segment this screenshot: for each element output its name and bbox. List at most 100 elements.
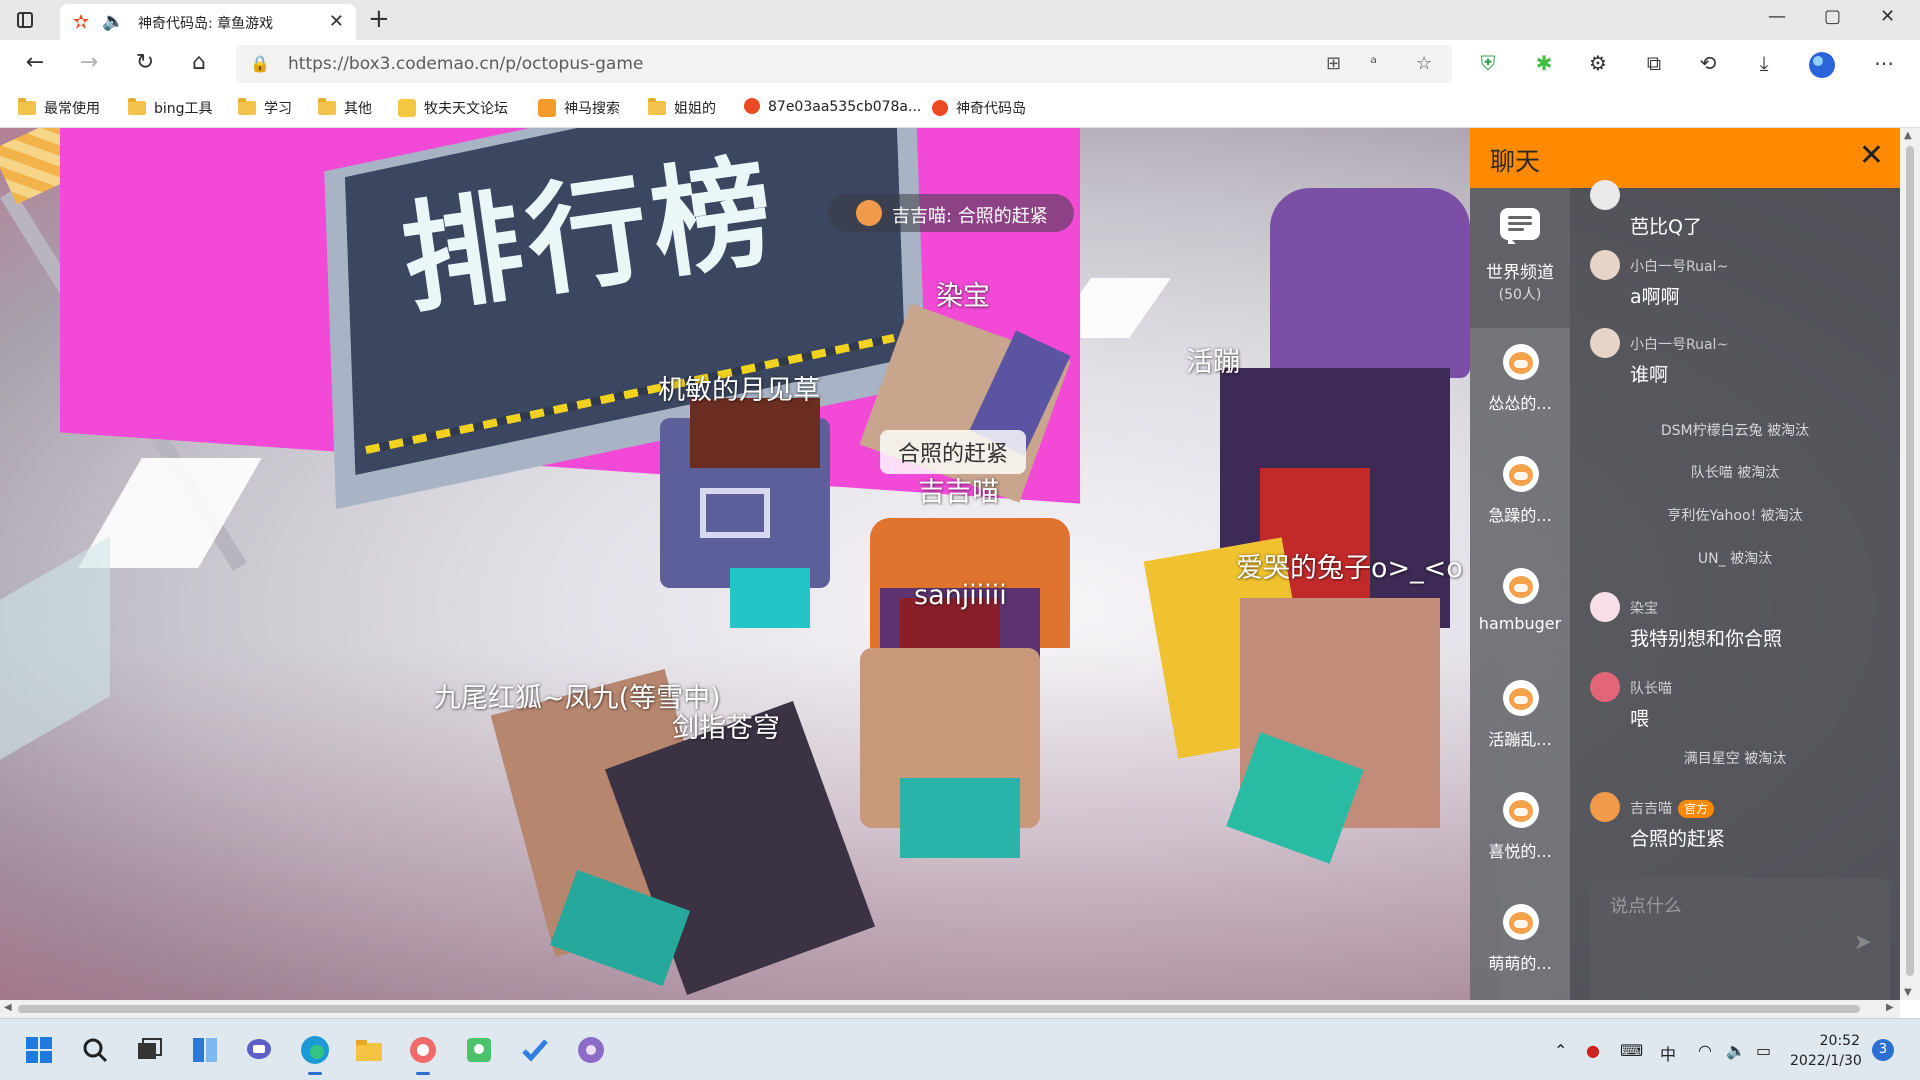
ime-indicator[interactable]: 中	[1660, 1041, 1676, 1065]
send-icon[interactable]: ➤	[1854, 930, 1872, 955]
bookmark-folder[interactable]: 姐姐的	[648, 98, 716, 118]
member-item[interactable]: 急躁的...	[1470, 450, 1570, 550]
chat-title: 聊天	[1490, 147, 1541, 176]
forward-button[interactable]: →	[74, 50, 104, 75]
close-window-button[interactable]: ✕	[1880, 6, 1895, 27]
chat-panel: 聊天 ✕ 世界频道 (50人) 怂怂的... 急躁的... hambuger 活…	[1470, 128, 1900, 1000]
member-item[interactable]: 萌萌的...	[1470, 898, 1570, 998]
message-text: 我特别想和你合照	[1630, 628, 1783, 650]
start-icon[interactable]	[20, 1031, 58, 1069]
member-item[interactable]: 活蹦乱...	[1470, 674, 1570, 774]
speaker-icon[interactable]: 🔈	[102, 11, 124, 32]
keyboard-icon[interactable]: ⌨	[1620, 1041, 1643, 1060]
navigation-bar: ← → ↻ ⌂ 🔒 https://box3.codemao.cn/p/octo…	[0, 40, 1920, 88]
member-item[interactable]: 喜悦的...	[1470, 786, 1570, 886]
bookmark-label: 神奇代码岛	[956, 101, 1026, 117]
task-view-icon[interactable]	[130, 1031, 168, 1069]
address-bar[interactable]: 🔒 https://box3.codemao.cn/p/octopus-game…	[236, 45, 1452, 83]
read-aloud-icon[interactable]: ᵃ	[1370, 53, 1377, 74]
app-available-icon[interactable]: ⊞	[1326, 53, 1341, 74]
site-icon	[398, 99, 416, 117]
vertical-scrollbar[interactable]: ▲ ▼	[1900, 128, 1920, 1000]
file-explorer-icon[interactable]	[350, 1031, 388, 1069]
game-app-icon[interactable]	[404, 1031, 442, 1075]
bookmark-folder[interactable]: 其他	[318, 98, 372, 118]
message-text: 谁啊	[1630, 364, 1669, 386]
extensions-icon[interactable]: ⚙	[1584, 51, 1612, 75]
system-message: DSM柠檬白云兔 被淘汰	[1660, 423, 1810, 439]
tab-actions-icon[interactable]	[14, 9, 36, 31]
avatar	[1590, 592, 1620, 622]
member-item[interactable]: 怂怂的...	[1470, 338, 1570, 438]
purple-app-icon[interactable]	[572, 1031, 610, 1069]
message-author: 染宝	[1630, 601, 1658, 617]
player-hair	[690, 398, 820, 468]
profile-avatar[interactable]	[1808, 51, 1836, 84]
more-menu-icon[interactable]: ⋯	[1870, 51, 1898, 75]
player-legs	[730, 568, 810, 628]
bookmark-label: 最常使用	[44, 101, 100, 117]
chat-input[interactable]: 说点什么 ➤	[1590, 878, 1890, 1000]
scroll-down-icon[interactable]: ▼	[1904, 987, 1912, 998]
folder-icon	[18, 98, 36, 115]
active-tab[interactable]: 🔈 神奇代码岛: 章鱼游戏 ✕	[60, 4, 356, 40]
wifi-icon[interactable]: ◠	[1698, 1041, 1712, 1060]
bookmark-link[interactable]: 神马搜索	[538, 98, 620, 118]
green-extension-icon[interactable]: ✱	[1530, 51, 1558, 75]
system-message: 亨利佐Yahoo! 被淘汰	[1667, 508, 1803, 524]
edge-icon[interactable]	[296, 1031, 334, 1075]
bookmark-label: 其他	[344, 101, 372, 117]
bookmark-folder[interactable]: 学习	[238, 98, 292, 118]
member-item[interactable]: hambuger	[1470, 562, 1570, 662]
new-tab-button[interactable]: +	[368, 4, 390, 34]
todo-icon[interactable]	[516, 1031, 554, 1069]
world-channel-tab[interactable]: 世界频道 (50人)	[1470, 188, 1570, 328]
chat-message-list[interactable]: 芭比Q了 小白一号Rual~ a啊啊 小白一号Rual~ 谁啊 DSM柠檬白云兔…	[1570, 180, 1900, 888]
lock-icon[interactable]: 🔒	[250, 54, 270, 73]
message-text: 芭比Q了	[1630, 216, 1702, 238]
add-favorite-icon[interactable]: ☆	[1416, 53, 1432, 74]
codemao-icon	[932, 100, 948, 116]
bookmark-folder[interactable]: 最常使用	[18, 98, 100, 118]
shield-extension-icon[interactable]: ⛨	[1474, 51, 1502, 75]
avatar	[1503, 456, 1539, 492]
player-avatar[interactable]	[1270, 188, 1470, 378]
reload-button[interactable]: ↻	[130, 50, 160, 75]
downloads-icon[interactable]: ⤓	[1750, 51, 1778, 75]
game-viewport[interactable]: 排行榜 吉吉喵: 合照的赶紧 染宝 机敏的月见草 合照的赶紧 吉吉喵 sanji…	[0, 128, 1900, 1000]
avatar	[1590, 328, 1620, 358]
widgets-icon[interactable]	[186, 1031, 224, 1069]
map-app-icon[interactable]	[460, 1031, 498, 1069]
scroll-up-icon[interactable]: ▲	[1904, 130, 1912, 141]
scrollbar-thumb[interactable]	[18, 1005, 1860, 1013]
tray-app-icon[interactable]: ●	[1586, 1041, 1600, 1060]
bookmark-link[interactable]: 87e03aa535cb078a...	[744, 98, 921, 115]
avatar	[1503, 568, 1539, 604]
battery-icon[interactable]: ▭	[1756, 1041, 1771, 1060]
scrollbar-thumb[interactable]	[1906, 146, 1914, 976]
notification-badge[interactable]: 3	[1872, 1039, 1894, 1061]
horizontal-scrollbar[interactable]: ◀ ▶	[0, 1000, 1900, 1018]
search-icon[interactable]	[76, 1031, 114, 1069]
volume-icon[interactable]: 🔈	[1726, 1041, 1746, 1060]
history-icon[interactable]: ⟲	[1694, 51, 1722, 75]
scroll-right-icon[interactable]: ▶	[1886, 1002, 1894, 1013]
tab-close-icon[interactable]: ✕	[329, 11, 344, 32]
scroll-left-icon[interactable]: ◀	[4, 1002, 12, 1013]
chat-close-icon[interactable]: ✕	[1859, 138, 1884, 173]
player-name: 吉吉喵	[918, 477, 999, 508]
player-name: 剑指苍穹	[672, 713, 780, 744]
show-hidden-icons-icon[interactable]: ⌃	[1554, 1041, 1567, 1060]
bookmark-link[interactable]: 神奇代码岛	[932, 98, 1026, 118]
bookmark-folder[interactable]: bing工具	[128, 98, 213, 118]
maximize-button[interactable]: ▢	[1824, 6, 1841, 27]
back-button[interactable]: ←	[20, 50, 50, 75]
home-button[interactable]: ⌂	[184, 50, 214, 75]
minimize-button[interactable]: —	[1768, 6, 1786, 27]
bookmark-link[interactable]: 牧夫天文论坛	[398, 98, 508, 118]
clock[interactable]: 20:52 2022/1/30	[1790, 1031, 1862, 1071]
message-author: 队长喵	[1630, 681, 1672, 697]
url-text[interactable]: https://box3.codemao.cn/p/octopus-game	[288, 54, 643, 74]
chat-app-icon[interactable]	[240, 1031, 278, 1069]
collections-icon[interactable]: ⧉	[1640, 51, 1668, 75]
